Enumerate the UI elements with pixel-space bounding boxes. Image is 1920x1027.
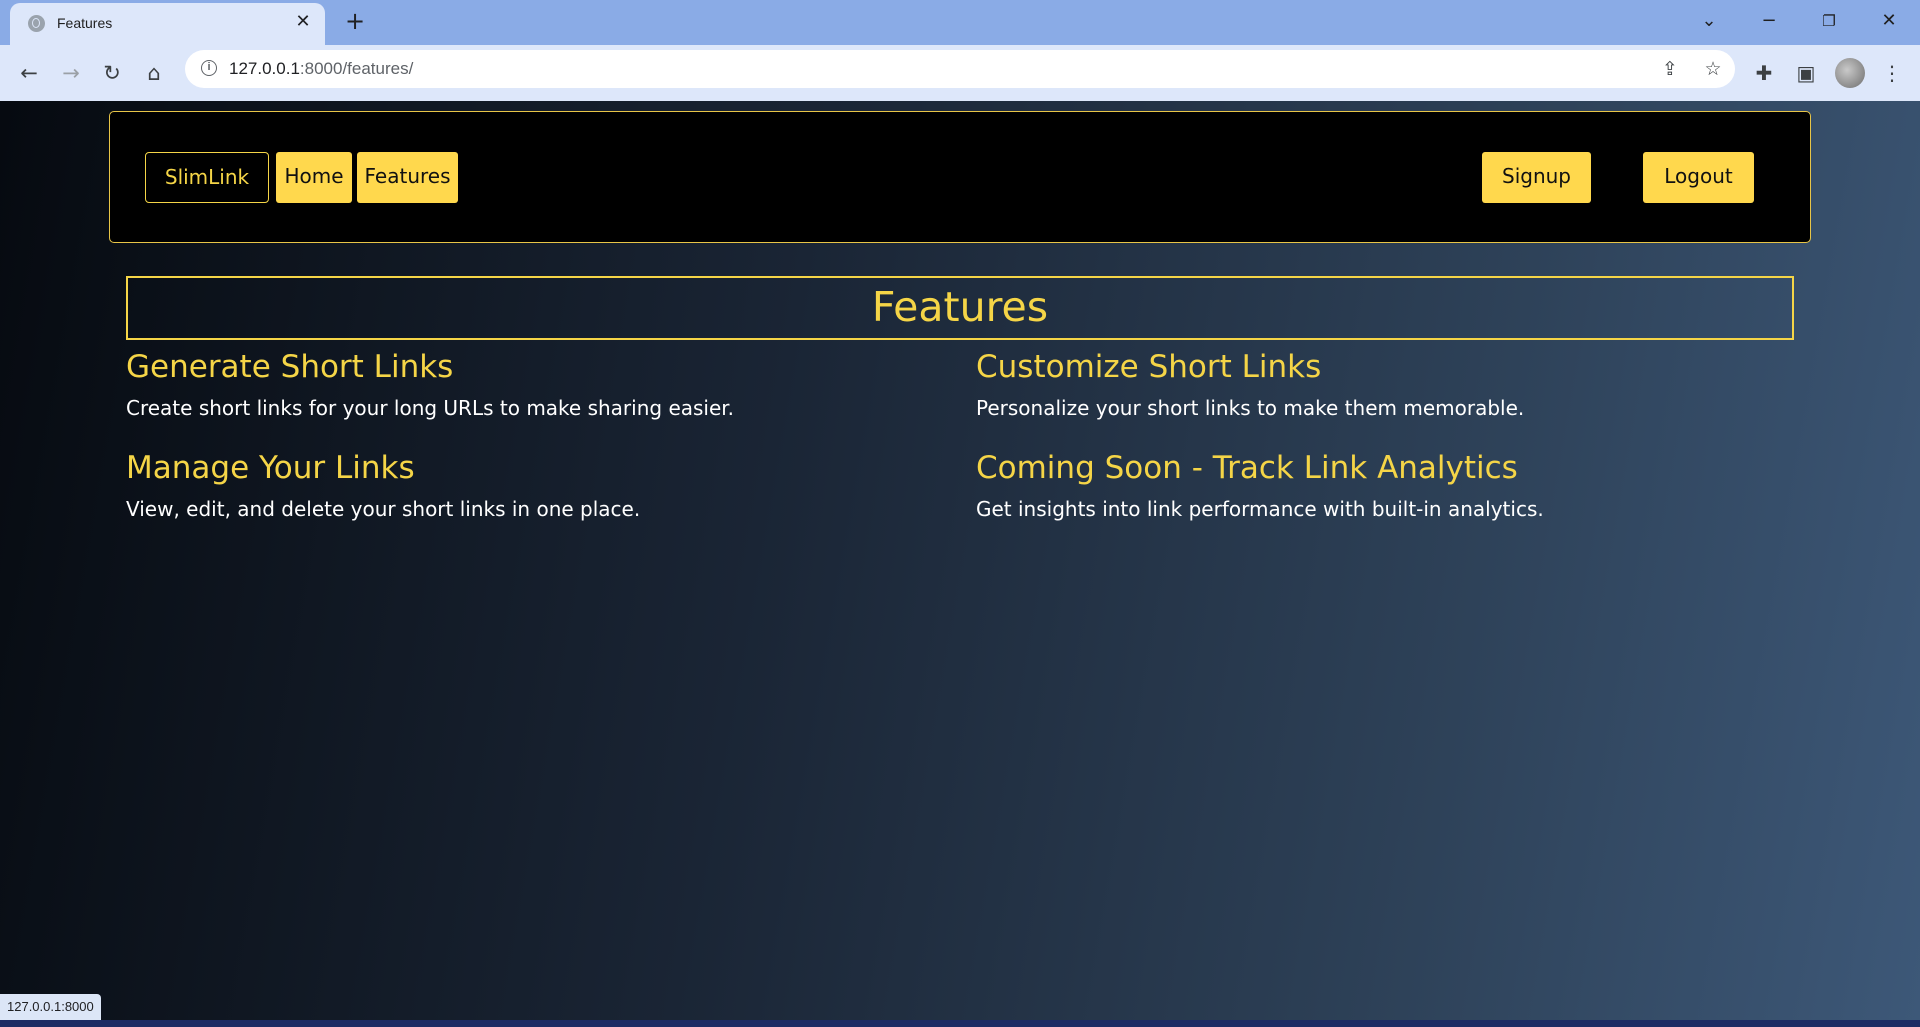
feature-heading: Coming Soon - Track Link Analytics	[976, 450, 1518, 486]
reload-icon[interactable]: ↻	[96, 57, 128, 89]
site-navbar: SlimLink Home Features Signup Logout	[109, 111, 1811, 243]
nav-features-button[interactable]: Features	[357, 152, 458, 203]
share-icon[interactable]: ⇪	[1658, 57, 1682, 81]
browser-toolbar: ← → ↻ ⌂ i 127.0.0.1:8000/features/ ⇪ ☆ ✚…	[0, 45, 1920, 101]
browser-tab[interactable]: Features ✕	[10, 3, 325, 45]
back-arrow-icon[interactable]: ←	[13, 57, 45, 89]
feature-description: Personalize your short links to make the…	[976, 396, 1525, 420]
feature-card-generate: Generate Short Links Create short links …	[126, 347, 734, 422]
taskbar-edge	[0, 1020, 1920, 1027]
kebab-menu-icon[interactable]: ⋮	[1876, 57, 1908, 89]
signup-button[interactable]: Signup	[1482, 152, 1591, 203]
avatar[interactable]	[1835, 58, 1865, 88]
puzzle-icon[interactable]: ✚	[1748, 57, 1780, 89]
brand-link[interactable]: SlimLink	[145, 152, 269, 203]
globe-icon	[28, 15, 45, 32]
feature-card-manage: Manage Your Links View, edit, and delete…	[126, 448, 640, 523]
feature-card-analytics: Coming Soon - Track Link Analytics Get i…	[976, 448, 1544, 523]
tab-title: Features	[57, 15, 113, 31]
new-tab-icon[interactable]: +	[343, 9, 367, 33]
forward-arrow-icon[interactable]: →	[55, 57, 87, 89]
address-bar[interactable]: i 127.0.0.1:8000/features/ ⇪ ☆	[185, 50, 1735, 88]
feature-card-customize: Customize Short Links Personalize your s…	[976, 347, 1524, 422]
restore-icon[interactable]: ❐	[1814, 6, 1844, 36]
info-icon[interactable]: i	[201, 60, 217, 76]
page-body: SlimLink Home Features Signup Logout Fea…	[0, 101, 1920, 1027]
side-panel-icon[interactable]: ▣	[1790, 57, 1822, 89]
close-window-icon[interactable]: ✕	[1874, 6, 1904, 36]
logout-button[interactable]: Logout	[1643, 152, 1754, 203]
feature-description: Create short links for your long URLs to…	[126, 396, 735, 420]
feature-description: Get insights into link performance with …	[976, 497, 1544, 521]
link-status-tooltip: 127.0.0.1:8000	[0, 994, 101, 1020]
nav-home-button[interactable]: Home	[276, 152, 352, 203]
home-icon[interactable]: ⌂	[138, 57, 170, 89]
minimize-icon[interactable]: −	[1754, 6, 1784, 36]
feature-heading: Manage Your Links	[126, 450, 415, 486]
page-title: Features	[126, 276, 1794, 340]
tab-search-icon[interactable]: ⌄	[1694, 6, 1724, 36]
feature-heading: Customize Short Links	[976, 349, 1322, 385]
star-icon[interactable]: ☆	[1701, 57, 1725, 81]
feature-description: View, edit, and delete your short links …	[126, 497, 641, 521]
browser-tab-strip: Features ✕ + ⌄ − ❐ ✕	[0, 0, 1920, 45]
feature-heading: Generate Short Links	[126, 349, 454, 385]
address-url[interactable]: 127.0.0.1:8000/features/	[229, 59, 413, 79]
close-tab-icon[interactable]: ✕	[292, 11, 314, 33]
